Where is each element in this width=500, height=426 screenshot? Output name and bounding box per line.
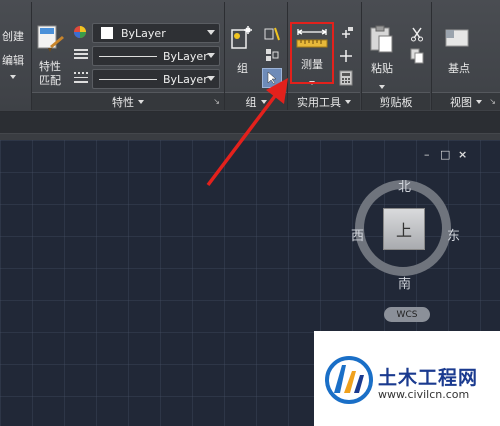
id-point-icon[interactable] [338, 26, 354, 42]
color-dropdown-value: ByLayer [121, 26, 166, 40]
copy-icon[interactable] [410, 48, 424, 64]
edit-command[interactable]: 编辑 [2, 52, 24, 68]
group-icon [231, 26, 252, 49]
base-point-button[interactable]: 基点 [442, 24, 482, 82]
view-panel-footer[interactable]: 视图 ↘ [432, 92, 500, 110]
linetype-dropdown-value: ByLayer [163, 49, 208, 63]
calculator-icon[interactable] [339, 70, 353, 86]
cut-icon[interactable] [410, 26, 424, 42]
match-properties-label-2: 匹配 [39, 74, 61, 87]
chevron-down-icon [207, 53, 215, 58]
watermark-url: www.civilcn.com [378, 388, 470, 401]
view-panel-title: 视图 [450, 95, 472, 109]
utilities-panel-title: 实用工具 [297, 95, 341, 109]
match-properties-button[interactable]: 特性 匹配 [36, 24, 70, 88]
chevron-down-icon [138, 99, 144, 104]
paste-icon [370, 25, 393, 53]
compass-north[interactable]: 北 [398, 176, 411, 195]
paste-label: 粘贴 [371, 62, 393, 75]
ungroup-icon[interactable] [264, 26, 280, 42]
chevron-down-icon [345, 99, 351, 104]
viewport-minimize-button[interactable]: – [424, 148, 430, 161]
ucs-menu-button[interactable]: WCS [384, 307, 430, 322]
watermark-logo: 土木工程网 www.civilcn.com [314, 331, 500, 426]
lineweight-icon[interactable] [73, 70, 89, 84]
compass-west[interactable]: 西 [351, 225, 364, 244]
base-point-icon [445, 29, 469, 47]
viewcube-face-label: 上 [395, 221, 412, 240]
chevron-down-icon [207, 30, 215, 35]
properties-panel-footer[interactable]: 特性 ↘ [32, 92, 224, 110]
clipboard-panel-footer[interactable]: 剪贴板 [362, 92, 430, 110]
viewcube-top-face[interactable]: 上 [383, 208, 425, 250]
watermark-emblem [325, 356, 373, 404]
left-dropdown-arrow[interactable] [6, 70, 16, 83]
linetype-dropdown[interactable]: ByLayer [92, 46, 220, 66]
clipboard-panel-title: 剪贴板 [379, 95, 413, 109]
match-properties-icon [37, 25, 64, 52]
create-command[interactable]: 创建 [2, 28, 24, 44]
linetype-icon[interactable] [73, 47, 89, 61]
lineweight-preview [99, 78, 157, 80]
watermark-title: 土木工程网 [378, 367, 479, 389]
color-dropdown[interactable]: ByLayer [92, 23, 220, 43]
compass-south[interactable]: 南 [398, 273, 411, 292]
point-icon[interactable] [338, 48, 354, 64]
ucs-label: WCS [396, 309, 418, 320]
compass-east[interactable]: 东 [447, 225, 460, 244]
viewport-close-button[interactable]: × [458, 148, 467, 161]
dialog-launcher-icon[interactable]: ↘ [489, 97, 496, 106]
paste-button[interactable]: 粘贴 [366, 24, 400, 89]
group-edit-icon[interactable] [264, 47, 280, 63]
color-swatch [101, 27, 113, 39]
color-wheel-icon[interactable] [73, 25, 87, 39]
linetype-preview [99, 55, 157, 57]
viewport-restore-button[interactable]: □ [440, 148, 450, 161]
properties-panel-title: 特性 [112, 95, 134, 109]
chevron-down-icon [476, 99, 482, 104]
base-point-label: 基点 [448, 62, 470, 75]
annotation-arrow [206, 78, 288, 187]
